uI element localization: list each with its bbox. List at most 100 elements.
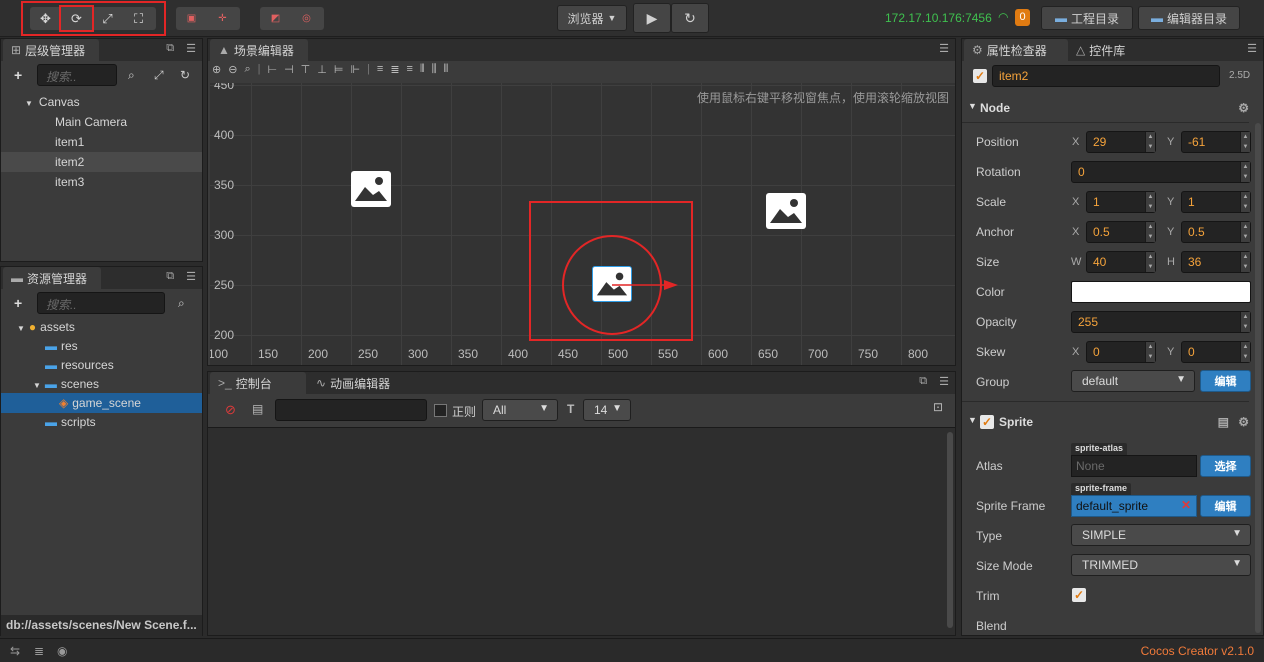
node-section-header[interactable]: ▼ Node ⚙: [962, 97, 1249, 121]
open-log-icon[interactable]: ▤: [252, 402, 263, 416]
refresh-button[interactable]: ↻: [671, 3, 709, 33]
tab-hierarchy[interactable]: ⊞ 层级管理器: [3, 39, 99, 61]
align-bottom-icon[interactable]: ⊩: [350, 63, 360, 76]
spinner[interactable]: ▲ ▼: [1145, 342, 1155, 362]
view-3d-icon[interactable]: ◎: [291, 7, 322, 30]
refresh-icon[interactable]: ↻: [180, 68, 190, 82]
group-select[interactable]: default ▼: [1071, 370, 1195, 392]
popout-icon[interactable]: ⧉: [166, 270, 174, 283]
node-active-checkbox[interactable]: ✓: [973, 69, 987, 83]
add-asset-button[interactable]: +: [14, 295, 22, 311]
align-left-icon[interactable]: ⊢: [267, 63, 277, 76]
tree-item-item3[interactable]: item3: [1, 172, 202, 192]
align-hcenter-icon[interactable]: ⊣: [284, 63, 294, 76]
atlas-field[interactable]: sprite-atlas None: [1071, 443, 1197, 477]
tree-item-scripts[interactable]: ▬ scripts: [1, 412, 202, 432]
skew-x-input[interactable]: 0 ▲ ▼: [1086, 341, 1156, 363]
spinner[interactable]: ▲ ▼: [1145, 222, 1155, 242]
menu-icon[interactable]: ☰: [939, 42, 949, 55]
size-w-input[interactable]: 40 ▲ ▼: [1086, 251, 1156, 273]
spinner[interactable]: ▲ ▼: [1240, 252, 1250, 272]
sprite-item3[interactable]: [766, 193, 806, 229]
popout-icon[interactable]: ⧉: [166, 42, 174, 55]
spinner[interactable]: ▲ ▼: [1145, 192, 1155, 212]
spinner[interactable]: ▲ ▼: [1240, 342, 1250, 362]
editor-dir-button[interactable]: ▬ 编辑器目录: [1138, 6, 1240, 30]
menu-icon[interactable]: ☰: [939, 375, 949, 388]
zoom-out-icon[interactable]: ⊖: [228, 63, 237, 76]
add-node-button[interactable]: +: [14, 67, 22, 83]
edit-sprite-frame-button[interactable]: 编辑: [1200, 495, 1251, 517]
tree-item-item1[interactable]: item1: [1, 132, 202, 152]
zoom-in-icon[interactable]: ⊕: [212, 63, 221, 76]
anchor-y-input[interactable]: 0.5 ▲ ▼: [1181, 221, 1251, 243]
tab-scene-editor[interactable]: ▲ 场景编辑器: [210, 39, 308, 61]
color-swatch[interactable]: [1071, 281, 1251, 303]
menu-icon[interactable]: ☰: [1247, 42, 1257, 55]
view-2d-icon[interactable]: ◩: [260, 7, 291, 30]
sprite-item1[interactable]: [351, 171, 391, 207]
trim-checkbox[interactable]: ✓: [1072, 588, 1086, 602]
rotation-input[interactable]: 0 ▲ ▼: [1071, 161, 1251, 183]
assets-search-input[interactable]: 搜索..: [37, 292, 165, 314]
browser-dropdown[interactable]: 浏览器 ▼: [557, 5, 627, 31]
align-vcenter-icon[interactable]: ⊨: [334, 63, 344, 76]
opacity-input[interactable]: 255 ▲ ▼: [1071, 311, 1251, 333]
menu-icon[interactable]: ☰: [186, 42, 196, 55]
sprite-frame-field[interactable]: sprite-frame default_sprite ✕: [1071, 483, 1197, 517]
skew-y-input[interactable]: 0 ▲ ▼: [1181, 341, 1251, 363]
project-dir-button[interactable]: ▬ 工程目录: [1041, 6, 1133, 30]
scene-viewport[interactable]: 450 400 350 300 250 200 100 150 200 250 …: [210, 83, 955, 365]
size-mode-select[interactable]: TRIMMED ▼: [1071, 554, 1251, 576]
spinner[interactable]: ▲ ▼: [1240, 222, 1250, 242]
spinner[interactable]: ▲ ▼: [1240, 192, 1250, 212]
search-icon[interactable]: ⌕: [128, 68, 135, 83]
pivot-mode-icon[interactable]: ▣: [176, 7, 207, 30]
database-icon[interactable]: ≣: [34, 644, 44, 658]
eye-icon[interactable]: ◉: [57, 644, 67, 658]
clear-console-icon[interactable]: ⊘: [225, 402, 236, 418]
size-h-input[interactable]: 36 ▲ ▼: [1181, 251, 1251, 273]
console-filter-input[interactable]: [275, 399, 427, 421]
log-level-select[interactable]: All ▼: [482, 399, 558, 421]
distribute-right-icon[interactable]: ⫴: [444, 63, 449, 76]
regex-checkbox[interactable]: [434, 404, 447, 417]
distribute-vcenter-icon[interactable]: ≣: [390, 63, 399, 76]
gear-icon[interactable]: ⚙: [1238, 101, 1249, 115]
spinner[interactable]: ▲ ▼: [1240, 312, 1250, 332]
distribute-top-icon[interactable]: ≡: [377, 63, 383, 76]
clear-icon[interactable]: ✕: [1181, 498, 1191, 512]
distribute-left-icon[interactable]: ⫴: [420, 63, 425, 76]
collapse-icon[interactable]: ⊡: [933, 400, 943, 414]
tree-item-res[interactable]: ▬ res: [1, 336, 202, 356]
spinner[interactable]: ▲ ▼: [1240, 132, 1250, 152]
zoom-reset-icon[interactable]: ⌕: [244, 63, 250, 76]
tab-console[interactable]: >_ 控制台: [210, 372, 306, 394]
position-y-input[interactable]: -61 ▲ ▼: [1181, 131, 1251, 153]
node-name-input[interactable]: item2: [992, 65, 1220, 87]
align-right-icon[interactable]: ⊤: [301, 63, 311, 76]
play-button[interactable]: ▶: [633, 3, 671, 33]
tab-assets[interactable]: ▬ 资源管理器: [3, 267, 101, 289]
scale-y-input[interactable]: 1 ▲ ▼: [1181, 191, 1251, 213]
search-icon[interactable]: ⌕: [178, 296, 185, 311]
sprite-section-header[interactable]: ▼ ✓ Sprite ▤ ⚙: [962, 411, 1249, 435]
tree-item-resources[interactable]: ▬ resources: [1, 355, 202, 375]
tree-item-scenes[interactable]: ▼ ▬ scenes: [1, 374, 202, 394]
position-x-input[interactable]: 29 ▲ ▼: [1086, 131, 1156, 153]
hierarchy-search-input[interactable]: 搜索..: [37, 64, 117, 86]
gear-icon[interactable]: ⚙: [1238, 415, 1249, 429]
local-mode-icon[interactable]: ✛: [207, 7, 238, 30]
console-log-area[interactable]: [208, 427, 955, 635]
spinner[interactable]: ▲ ▼: [1240, 162, 1250, 182]
book-icon[interactable]: ▤: [1218, 415, 1229, 429]
align-top-icon[interactable]: ⊥: [317, 63, 327, 76]
anchor-x-input[interactable]: 0.5 ▲ ▼: [1086, 221, 1156, 243]
tab-inspector[interactable]: ⚙ 属性检查器: [964, 39, 1068, 61]
tree-item-main-camera[interactable]: Main Camera: [1, 112, 202, 132]
expand-icon[interactable]: ⤢: [154, 68, 164, 83]
tree-item-item2[interactable]: item2: [1, 152, 202, 172]
font-size-select[interactable]: 14 ▼: [583, 399, 631, 421]
popout-icon[interactable]: ⧉: [919, 375, 927, 388]
type-select[interactable]: SIMPLE ▼: [1071, 524, 1251, 546]
